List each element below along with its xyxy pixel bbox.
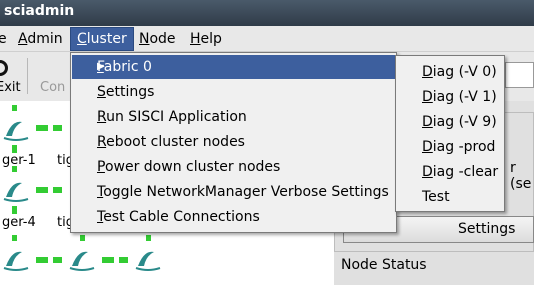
submenu-item-rest: iag (-V 0)	[432, 64, 497, 80]
link-segment	[80, 235, 85, 241]
menu-item-toggle-verbose[interactable]: Toggle NetworkManager Verbose Settings	[72, 180, 395, 204]
node-shape-icon	[69, 251, 95, 271]
menu-admin-mnemonic: A	[18, 31, 28, 47]
menu-item-rest: eboot cluster nodes	[106, 134, 245, 150]
menu-help-rest: elp	[200, 31, 222, 47]
menu-item-text: Toggle NetworkManager Verbose Settings	[97, 180, 389, 204]
submenu-item-diag-clear[interactable]: Diag -clear	[422, 160, 498, 184]
mnemonic: D	[422, 114, 433, 130]
menu-item-fabric-0[interactable]: Fabric 0 ▶	[72, 55, 395, 79]
mnemonic: R	[97, 109, 107, 125]
menu-item-power-down[interactable]: Power down cluster nodes	[72, 155, 395, 179]
connect-button-label[interactable]: Con	[40, 80, 65, 95]
menu-bar: e Admin Cluster Node Help	[0, 26, 534, 52]
node-shape-icon	[3, 121, 29, 141]
title-bar: sciadmin	[0, 0, 534, 26]
fabric-submenu: Diag (-V 0) Diag (-V 1) Diag (-V 9) Diag…	[395, 55, 505, 212]
link-segment	[53, 257, 62, 263]
menu-cluster-mnemonic: C	[77, 31, 87, 47]
menu-item-text: Test Cable Connections	[97, 205, 260, 229]
menu-help-mnemonic: H	[190, 31, 201, 47]
menu-node[interactable]: Node	[139, 29, 176, 49]
node-shape-icon	[3, 251, 29, 271]
node-icon[interactable]	[2, 116, 30, 142]
clipped-label: r (se	[510, 160, 532, 192]
menu-cluster[interactable]: Cluster	[70, 27, 134, 51]
link-segment	[12, 145, 17, 153]
mnemonic: D	[422, 139, 433, 155]
link-segment	[36, 257, 48, 263]
submenu-item-diag-v1[interactable]: Diag (-V 1)	[422, 85, 497, 109]
link-segment	[12, 235, 17, 241]
menu-node-mnemonic: N	[139, 31, 150, 47]
menu-item-run-sisci[interactable]: Run SISCI Application	[72, 105, 395, 129]
link-segment	[53, 125, 62, 131]
menu-item-text: Power down cluster nodes	[97, 155, 280, 179]
submenu-item-rest: iag -prod	[432, 139, 496, 155]
menu-item-text: Settings	[97, 80, 154, 104]
node-shape-icon	[3, 182, 29, 202]
menu-item-test-cable[interactable]: Test Cable Connections	[72, 205, 395, 229]
submenu-item-rest: iag (-V 9)	[432, 114, 497, 130]
menu-item-rest: ower down cluster nodes	[104, 159, 281, 175]
settings-button-label: Settings	[458, 221, 516, 237]
menu-item-settings[interactable]: Settings	[72, 80, 395, 104]
node-label: ger-4	[2, 215, 36, 230]
submenu-item-rest: iag (-V 1)	[432, 89, 497, 105]
menu-item-rest: un SISCI Application	[106, 109, 247, 125]
link-segment	[36, 187, 48, 193]
window-title: sciadmin	[4, 3, 75, 19]
node-status-heading: Node Status	[341, 257, 427, 273]
menu-item-rest: oggle NetworkManager Verbose Settings	[103, 184, 389, 200]
submenu-arrow-icon: ▶	[97, 61, 105, 72]
link-segment	[102, 257, 114, 263]
link-segment	[12, 105, 17, 111]
menu-cluster-rest: luster	[86, 31, 127, 47]
node-shape-icon	[135, 251, 161, 271]
menu-item-text: Fabric 0	[97, 55, 152, 79]
menu-admin[interactable]: Admin	[18, 29, 63, 49]
mnemonic: S	[97, 84, 106, 100]
node-icon[interactable]	[134, 246, 162, 272]
menu-node-rest: ode	[149, 31, 176, 47]
link-segment	[119, 257, 128, 263]
mnemonic: R	[97, 134, 107, 150]
submenu-item-rest: Test	[422, 189, 450, 205]
node-icon[interactable]	[68, 246, 96, 272]
menu-edit[interactable]: e	[0, 29, 7, 49]
submenu-item-diag-v0[interactable]: Diag (-V 0)	[422, 60, 497, 84]
dropdown-combo[interactable]	[505, 62, 534, 88]
mnemonic: D	[422, 89, 433, 105]
mnemonic: D	[422, 64, 433, 80]
menu-help[interactable]: Help	[190, 29, 222, 49]
submenu-item-diag-v9[interactable]: Diag (-V 9)	[422, 110, 497, 134]
cluster-menu: Fabric 0 ▶ Settings Run SISCI Applicatio…	[70, 52, 397, 233]
link-segment	[12, 166, 17, 172]
exit-button-label[interactable]: Exit	[0, 80, 21, 95]
menu-item-text: Reboot cluster nodes	[97, 130, 245, 154]
link-segment	[146, 235, 151, 241]
menu-item-text: Run SISCI Application	[97, 105, 247, 129]
submenu-item-rest: iag -clear	[432, 164, 499, 180]
mnemonic: P	[97, 159, 105, 175]
submenu-item-diag-prod[interactable]: Diag -prod	[422, 135, 495, 159]
toolbar-separator	[27, 58, 28, 94]
node-label: ger-1	[2, 153, 36, 168]
link-segment	[36, 125, 48, 131]
menu-item-reboot[interactable]: Reboot cluster nodes	[72, 130, 395, 154]
menu-item-rest: ettings	[105, 84, 155, 100]
node-icon[interactable]	[2, 177, 30, 203]
link-segment	[12, 206, 17, 214]
node-icon[interactable]	[2, 246, 30, 272]
link-segment	[53, 187, 62, 193]
menu-item-rest: abric 0	[103, 59, 152, 75]
menu-admin-rest: dmin	[27, 31, 63, 47]
submenu-item-test[interactable]: Test	[422, 185, 450, 209]
menu-item-rest: est Cable Connections	[103, 209, 260, 225]
mnemonic: D	[422, 164, 433, 180]
